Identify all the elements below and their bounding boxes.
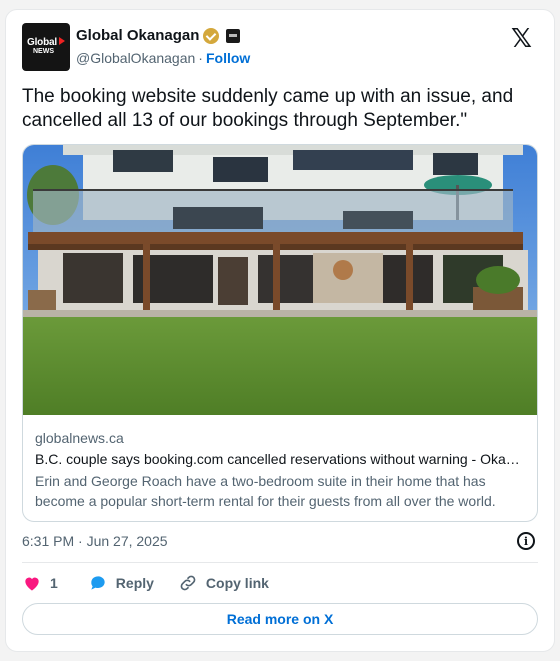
avatar-text-line2: NEWS	[33, 48, 54, 55]
link-domain: globalnews.ca	[35, 430, 124, 446]
follow-button[interactable]: Follow	[206, 50, 250, 66]
like-button[interactable]: 1	[22, 573, 58, 593]
affiliate-badge-icon	[226, 28, 241, 43]
link-headline[interactable]: B.C. couple says booking.com cancelled r…	[35, 449, 525, 469]
tweet-text: The booking website suddenly came up wit…	[22, 86, 514, 131]
heart-icon	[25, 577, 39, 591]
avatar[interactable]: Global NEWS	[22, 23, 70, 71]
reply-label: Reply	[115, 575, 154, 591]
link-icon	[180, 575, 196, 591]
tweet-embed-card: Global NEWS Global Okanagan @GlobalOkana…	[5, 9, 555, 652]
avatar-text-line1: Global	[27, 37, 57, 48]
author-display-name[interactable]: Global Okanagan	[76, 27, 199, 44]
separator-dot: ·	[198, 50, 203, 66]
action-bar: 1 Reply Copy link	[22, 572, 293, 594]
author-handle[interactable]: @GlobalOkanagan	[76, 50, 195, 66]
link-preview-card[interactable]: globalnews.ca B.C. couple says booking.c…	[22, 144, 538, 522]
reply-button[interactable]: Reply	[88, 573, 154, 593]
reply-bubble-icon	[91, 576, 105, 590]
link-description: Erin and George Roach have a two-bedroom…	[35, 473, 496, 509]
avatar-flag-icon	[59, 37, 65, 45]
like-count: 1	[50, 575, 58, 591]
divider	[22, 562, 538, 563]
info-icon[interactable]: i	[517, 532, 535, 550]
tweet-timestamp[interactable]: 6:31 PM · Jun 27, 2025	[22, 533, 168, 549]
author-name-row[interactable]: Global Okanagan	[76, 27, 241, 44]
read-more-button[interactable]: Read more on X	[22, 603, 538, 635]
x-logo-icon[interactable]: 𝕏	[511, 26, 532, 52]
link-preview-meta: globalnews.ca B.C. couple says booking.c…	[23, 415, 537, 511]
link-preview-image[interactable]	[23, 145, 538, 415]
copy-link-label: Copy link	[205, 575, 269, 591]
copy-link-button[interactable]: Copy link	[178, 573, 269, 593]
verified-badge-icon	[203, 27, 220, 44]
handle-row: @GlobalOkanagan · Follow	[76, 50, 250, 66]
